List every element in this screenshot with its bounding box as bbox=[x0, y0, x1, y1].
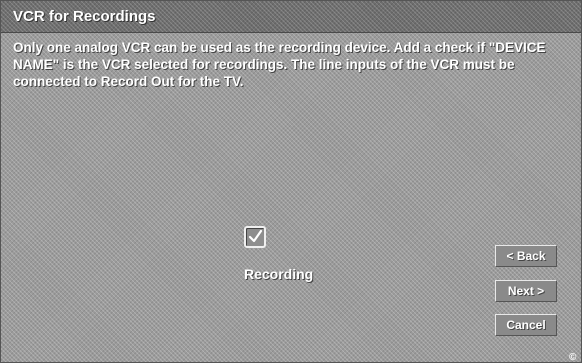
copyright-icon: © bbox=[569, 352, 577, 363]
next-button[interactable]: Next > bbox=[495, 280, 557, 302]
title-bar: VCR for Recordings bbox=[1, 1, 581, 33]
instructions-text: Only one analog VCR can be used as the r… bbox=[13, 40, 546, 89]
vcr-setup-screen: VCR for Recordings Only one analog VCR c… bbox=[0, 0, 582, 363]
cancel-button[interactable]: Cancel bbox=[495, 314, 557, 336]
window-title: VCR for Recordings bbox=[13, 8, 156, 25]
recording-label: Recording bbox=[244, 266, 314, 282]
recording-checkbox[interactable] bbox=[244, 226, 266, 248]
back-button[interactable]: < Back bbox=[495, 245, 557, 267]
checkmark-icon bbox=[248, 229, 263, 243]
